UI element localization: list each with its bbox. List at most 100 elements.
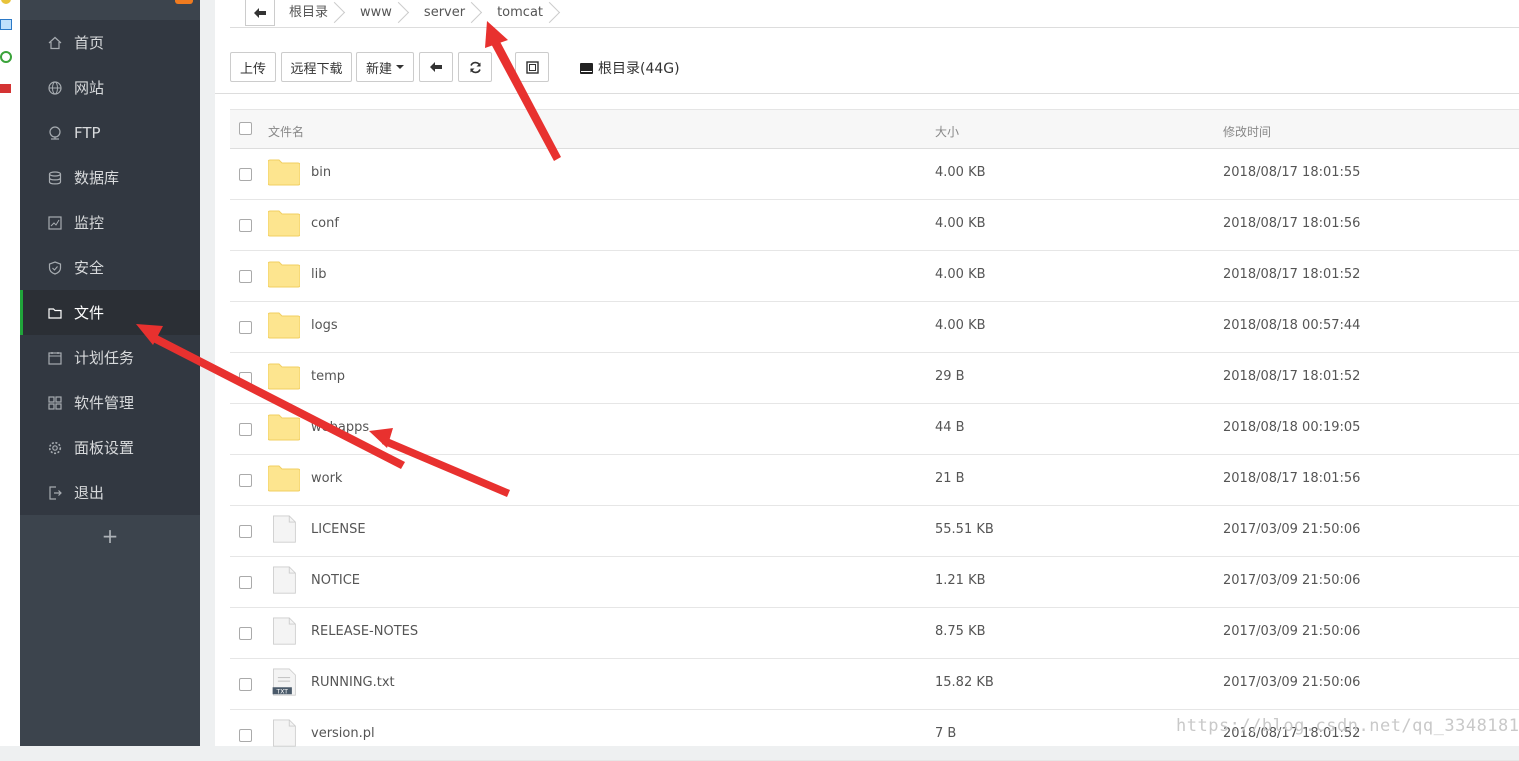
file-name[interactable]: NOTICE: [311, 573, 360, 588]
row-checkbox[interactable]: [239, 627, 252, 640]
file-size: 15.82 KB: [935, 675, 994, 690]
folder-icon: [268, 363, 300, 390]
table-header: 文件名 大小 修改时间: [230, 110, 1519, 149]
row-checkbox[interactable]: [239, 576, 252, 589]
table-row[interactable]: bin 4.00 KB 2018/08/17 18:01:55: [230, 149, 1519, 200]
table-row[interactable]: lib 4.00 KB 2018/08/17 18:01:52: [230, 251, 1519, 302]
file-mtime: 2018/08/17 18:01:52: [1223, 267, 1361, 282]
row-checkbox[interactable]: [239, 678, 252, 691]
file-manager: 根目录 www server tomcat 上传 远程下载 新建 根目录(44G…: [215, 0, 1519, 761]
file-name[interactable]: work: [311, 471, 342, 486]
folder-icon: [48, 306, 62, 320]
hdd-icon: [580, 62, 593, 74]
row-checkbox[interactable]: [239, 729, 252, 742]
file-name[interactable]: LICENSE: [311, 522, 366, 537]
sidebar-item-website[interactable]: 网站: [20, 65, 200, 110]
clock-shortcut-icon[interactable]: [0, 51, 12, 63]
row-checkbox[interactable]: [239, 423, 252, 436]
table-row[interactable]: TXT RUNNING.txt 15.82 KB 2017/03/09 21:50:0…: [230, 659, 1519, 710]
file-table: 文件名 大小 修改时间 bin 4.00 KB 2018/08/17 18:01:5…: [230, 109, 1519, 761]
file-name[interactable]: logs: [311, 318, 338, 333]
watermark: https://blog.csdn.net/qq_33481812: [1176, 716, 1519, 736]
file-size: 4.00 KB: [935, 165, 986, 180]
file-name[interactable]: bin: [311, 165, 331, 180]
disk-info[interactable]: 根目录(44G): [580, 58, 680, 78]
back-button[interactable]: [245, 0, 275, 26]
file-icon: [273, 617, 296, 645]
row-checkbox[interactable]: [239, 168, 252, 181]
column-header-size[interactable]: 大小: [935, 123, 959, 140]
file-name[interactable]: RELEASE-NOTES: [311, 624, 418, 639]
sidebar-item-logout[interactable]: 退出: [20, 470, 200, 515]
divider: [215, 93, 1519, 94]
sidebar-item-label: 计划任务: [74, 349, 135, 367]
row-checkbox[interactable]: [239, 525, 252, 538]
table-row[interactable]: RELEASE-NOTES 8.75 KB 2017/03/09 21:50:06: [230, 608, 1519, 659]
breadcrumb-item[interactable]: 根目录: [275, 0, 346, 26]
refresh-button[interactable]: [458, 52, 492, 82]
file-name[interactable]: RUNNING.txt: [311, 675, 395, 690]
breadcrumb-item[interactable]: server: [410, 0, 483, 26]
row-checkbox[interactable]: [239, 270, 252, 283]
desktop-strip: [0, 0, 20, 746]
folder-icon: [268, 210, 300, 237]
table-row[interactable]: LICENSE 55.51 KB 2017/03/09 21:50:06: [230, 506, 1519, 557]
go-back-button[interactable]: [419, 52, 453, 82]
file-size: 4.00 KB: [935, 318, 986, 333]
sidebar-item-software[interactable]: 软件管理: [20, 380, 200, 425]
table-row[interactable]: conf 4.00 KB 2018/08/17 18:01:56: [230, 200, 1519, 251]
file-mtime: 2018/08/18 00:19:05: [1223, 420, 1361, 435]
sidebar-item-cron[interactable]: 计划任务: [20, 335, 200, 380]
database-icon: [48, 170, 62, 185]
file-name[interactable]: lib: [311, 267, 326, 282]
sidebar-item-home[interactable]: 首页: [20, 20, 200, 65]
sidebar-item-label: 网站: [74, 79, 105, 97]
file-size: 55.51 KB: [935, 522, 994, 537]
breadcrumb-item[interactable]: tomcat: [483, 0, 561, 26]
sidebar-item-settings[interactable]: 面板设置: [20, 425, 200, 470]
column-header-time[interactable]: 修改时间: [1223, 123, 1271, 140]
file-size: 29 B: [935, 369, 965, 384]
add-icon[interactable]: +: [100, 524, 120, 548]
terminal-button[interactable]: [515, 52, 549, 82]
remote-download-button[interactable]: 远程下载: [281, 52, 352, 82]
file-mtime: 2018/08/17 18:01:55: [1223, 165, 1361, 180]
file-size: 4.00 KB: [935, 267, 986, 282]
sidebar-item-label: FTP: [74, 123, 101, 142]
file-mtime: 2017/03/09 21:50:06: [1223, 675, 1361, 690]
disk-label: 根目录(44G): [598, 61, 680, 77]
sidebar-item-security[interactable]: 安全: [20, 245, 200, 290]
notification-badge: [175, 0, 193, 4]
file-name[interactable]: conf: [311, 216, 339, 231]
file-mtime: 2018/08/17 18:01:56: [1223, 471, 1361, 486]
sidebar: 首页 网站 FTP 数据库 监控 安全 文件 计划任务 软件管理 面板设置 退出…: [20, 0, 200, 746]
sidebar-item-database[interactable]: 数据库: [20, 155, 200, 200]
column-header-name[interactable]: 文件名: [268, 123, 304, 140]
table-row[interactable]: NOTICE 1.21 KB 2017/03/09 21:50:06: [230, 557, 1519, 608]
file-name[interactable]: temp: [311, 369, 345, 384]
folder-icon: [268, 414, 300, 441]
table-row[interactable]: webapps 44 B 2018/08/18 00:19:05: [230, 404, 1519, 455]
sidebar-item-files[interactable]: 文件: [20, 290, 200, 335]
monitor-icon: [48, 215, 62, 230]
row-checkbox[interactable]: [239, 372, 252, 385]
row-checkbox[interactable]: [239, 219, 252, 232]
sidebar-item-ftp[interactable]: FTP: [20, 110, 200, 155]
upload-button[interactable]: 上传: [230, 52, 276, 82]
file-name[interactable]: version.pl: [311, 726, 375, 741]
monitor-shortcut-icon[interactable]: [0, 19, 12, 30]
select-all-checkbox[interactable]: [239, 122, 252, 135]
breadcrumb-item[interactable]: www: [346, 0, 410, 26]
row-checkbox[interactable]: [239, 321, 252, 334]
id-card-shortcut-icon[interactable]: [0, 84, 11, 93]
table-row[interactable]: work 21 B 2018/08/17 18:01:56: [230, 455, 1519, 506]
table-row[interactable]: temp 29 B 2018/08/17 18:01:52: [230, 353, 1519, 404]
file-name[interactable]: webapps: [311, 420, 369, 435]
table-row[interactable]: logs 4.00 KB 2018/08/18 00:57:44: [230, 302, 1519, 353]
row-checkbox[interactable]: [239, 474, 252, 487]
new-dropdown-button[interactable]: 新建: [356, 52, 414, 82]
desktop-shortcut-icon[interactable]: [1, 0, 11, 4]
ftp-icon: [48, 125, 62, 140]
sidebar-item-label: 退出: [74, 484, 105, 502]
sidebar-item-monitor[interactable]: 监控: [20, 200, 200, 245]
